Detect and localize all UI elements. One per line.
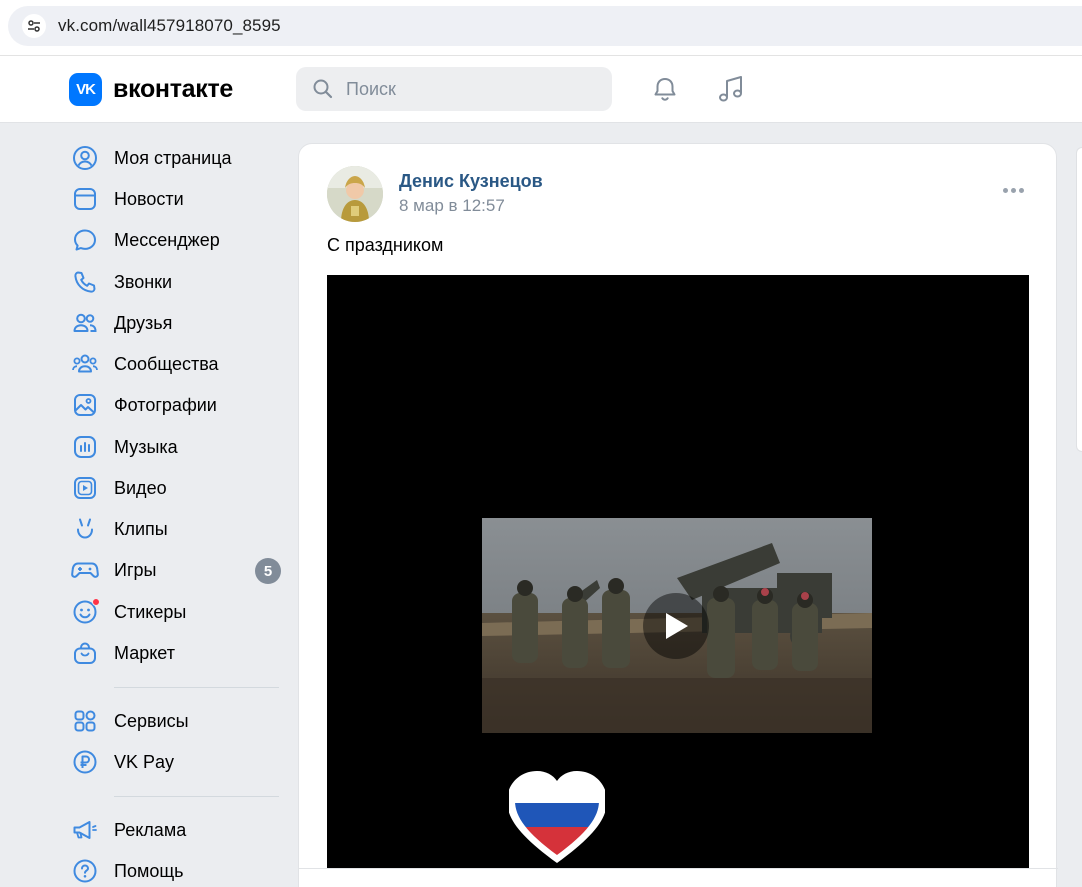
clips-icon bbox=[70, 514, 100, 544]
sidebar-item-label: Сообщества bbox=[114, 353, 219, 374]
left-sidebar: Моя страница Новости Мессенджер Звонки Д… bbox=[0, 123, 290, 887]
sidebar-item-services[interactable]: Сервисы bbox=[70, 703, 285, 739]
ruble-icon bbox=[70, 747, 100, 777]
stickers-notification-dot bbox=[92, 598, 100, 606]
music-icon bbox=[70, 432, 100, 462]
search-icon bbox=[313, 79, 333, 99]
search-box[interactable] bbox=[296, 67, 612, 111]
sidebar-item-market[interactable]: Маркет bbox=[70, 635, 285, 671]
sidebar-item-label: Видео bbox=[114, 477, 167, 498]
right-column-edge bbox=[1076, 147, 1082, 452]
sidebar-item-help[interactable]: Помощь bbox=[70, 853, 285, 887]
services-grid-icon bbox=[70, 706, 100, 736]
wall-post: Денис Кузнецов 8 мар в 12:57 С празднико… bbox=[298, 143, 1058, 887]
sidebar-item-ads[interactable]: Реклама bbox=[70, 812, 285, 848]
sidebar-item-label: Реклама bbox=[114, 819, 187, 840]
sidebar-item-label: Клипы bbox=[114, 518, 168, 539]
sidebar-item-calls[interactable]: Звонки bbox=[70, 264, 285, 300]
author-avatar[interactable] bbox=[327, 166, 383, 222]
post-author-name[interactable]: Денис Кузнецов bbox=[399, 171, 543, 192]
gamepad-icon bbox=[70, 555, 100, 585]
market-bag-icon bbox=[70, 638, 100, 668]
sidebar-item-friends[interactable]: Друзья bbox=[70, 305, 285, 341]
sidebar-item-photos[interactable]: Фотографии bbox=[70, 387, 285, 423]
help-icon bbox=[70, 856, 100, 886]
music-player-icon[interactable] bbox=[715, 73, 747, 105]
sidebar-item-music[interactable]: Музыка bbox=[70, 429, 285, 465]
sidebar-item-clips[interactable]: Клипы bbox=[70, 511, 285, 547]
vk-header: VK вконтакте bbox=[0, 56, 1082, 123]
browser-address-bar: vk.com/wall457918070_8595 bbox=[0, 0, 1082, 56]
sidebar-item-vkpay[interactable]: VK Pay bbox=[70, 744, 285, 780]
vk-logo-text: вконтакте bbox=[113, 75, 234, 103]
site-settings-icon[interactable] bbox=[22, 14, 46, 38]
video-icon bbox=[70, 473, 100, 503]
games-count-badge: 5 bbox=[255, 558, 281, 584]
post-footer bbox=[299, 868, 1058, 887]
post-text: С праздником bbox=[327, 235, 444, 255]
sidebar-item-label: VK Pay bbox=[114, 751, 175, 772]
sidebar-item-label: Сервисы bbox=[114, 710, 189, 731]
play-icon[interactable] bbox=[643, 593, 709, 659]
sidebar-divider bbox=[114, 796, 279, 797]
sidebar-item-communities[interactable]: Сообщества bbox=[70, 346, 285, 382]
sidebar-item-stickers[interactable]: Стикеры bbox=[70, 594, 285, 630]
sidebar-item-label: Музыка bbox=[114, 436, 178, 457]
sidebar-item-label: Игры bbox=[114, 559, 157, 580]
notifications-bell-icon[interactable] bbox=[649, 73, 681, 105]
message-bubble-icon bbox=[70, 225, 100, 255]
photo-icon bbox=[70, 390, 100, 420]
megaphone-icon bbox=[70, 815, 100, 845]
url-field[interactable]: vk.com/wall457918070_8595 bbox=[8, 6, 1082, 46]
post-video-player[interactable] bbox=[327, 275, 1029, 868]
search-input[interactable] bbox=[346, 78, 586, 100]
sidebar-item-video[interactable]: Видео bbox=[70, 470, 285, 506]
sidebar-item-label: Мессенджер bbox=[114, 229, 220, 250]
url-text: vk.com/wall457918070_8595 bbox=[58, 16, 281, 35]
sidebar-item-news[interactable]: Новости bbox=[70, 181, 285, 217]
sidebar-item-label: Помощь bbox=[114, 860, 184, 881]
sidebar-item-label: Стикеры bbox=[114, 601, 187, 622]
friends-icon bbox=[70, 308, 100, 338]
communities-icon bbox=[70, 349, 100, 379]
user-circle-icon bbox=[70, 143, 100, 173]
sidebar-item-label: Фотографии bbox=[114, 394, 217, 415]
sidebar-item-label: Моя страница bbox=[114, 147, 232, 168]
sidebar-item-label: Друзья bbox=[114, 312, 173, 333]
vk-logo[interactable]: VK вконтакте bbox=[69, 73, 233, 106]
sidebar-item-my-page[interactable]: Моя страница bbox=[70, 140, 285, 176]
sidebar-item-label: Звонки bbox=[114, 271, 173, 292]
sidebar-item-label: Маркет bbox=[114, 642, 175, 663]
post-more-options-icon[interactable] bbox=[1003, 188, 1024, 193]
post-date[interactable]: 8 мар в 12:57 bbox=[399, 196, 505, 216]
sidebar-item-label: Новости bbox=[114, 188, 184, 209]
vk-logo-badge: VK bbox=[69, 73, 102, 106]
news-icon bbox=[70, 184, 100, 214]
sticker-icon bbox=[70, 597, 100, 627]
phone-icon bbox=[70, 267, 100, 297]
sidebar-item-messenger[interactable]: Мессенджер bbox=[70, 222, 285, 258]
sidebar-item-games[interactable]: Игры 5 bbox=[70, 552, 285, 588]
russian-flag-heart-icon bbox=[507, 771, 607, 867]
sidebar-divider bbox=[114, 687, 279, 688]
